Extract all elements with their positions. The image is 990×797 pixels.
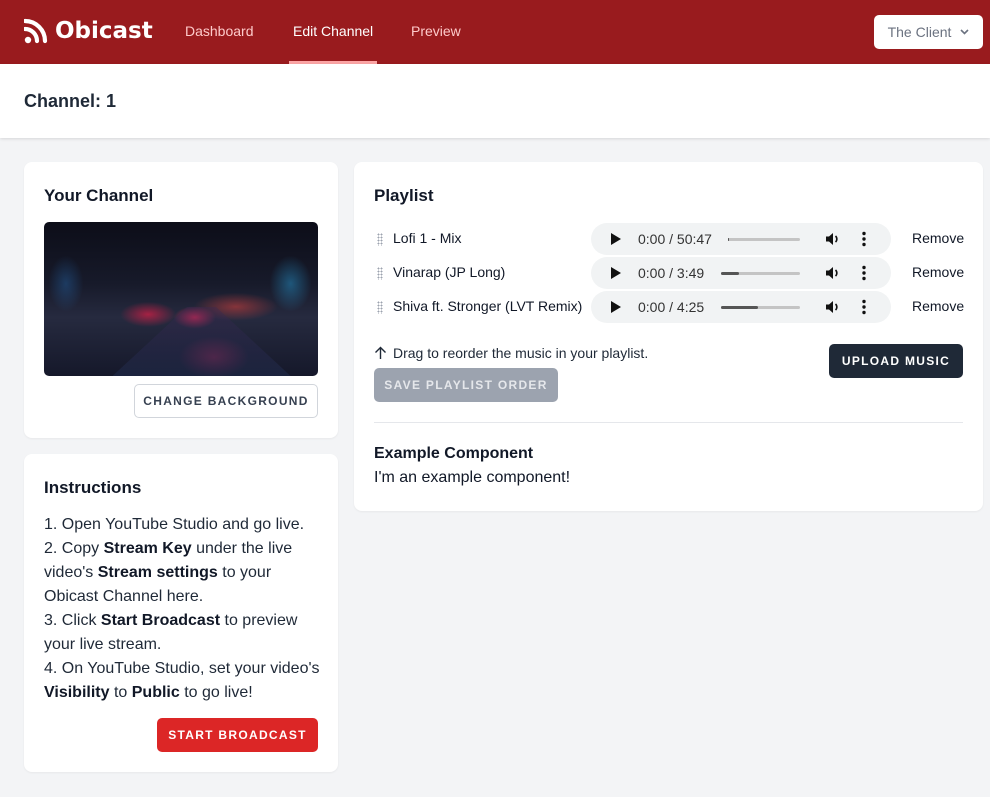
arrow-up-icon <box>375 346 386 359</box>
nav-link-label: Edit Channel <box>293 23 374 39</box>
example-component-text: I'm an example component! <box>374 469 571 486</box>
seek-bar[interactable] <box>721 306 800 309</box>
drag-handle-icon[interactable] <box>377 301 383 314</box>
instruction-step: 2. Copy Stream Key under the live video'… <box>44 537 324 609</box>
card-title: Your Channel <box>44 186 154 205</box>
volume-icon[interactable] <box>825 265 841 281</box>
seek-bar-buffered <box>721 306 759 309</box>
instruction-emphasis: Stream Key <box>103 540 192 557</box>
volume-icon[interactable] <box>825 231 841 247</box>
instruction-emphasis: Visibility <box>44 684 110 701</box>
upload-music-button[interactable]: UPLOAD MUSIC <box>829 344 963 378</box>
card-title: Instructions <box>44 478 142 497</box>
drag-handle-icon[interactable] <box>377 267 383 280</box>
seek-bar[interactable] <box>728 238 800 241</box>
drag-handle-icon[interactable] <box>377 233 383 246</box>
rss-icon <box>24 18 48 44</box>
nav-link-edit-channel[interactable]: Edit Channel <box>289 0 378 64</box>
nav-link-preview[interactable]: Preview <box>411 0 461 64</box>
instruction-text: to <box>109 684 132 701</box>
reorder-hint-text: Drag to reorder the music in your playli… <box>393 345 649 361</box>
play-icon[interactable] <box>611 267 621 279</box>
seek-bar[interactable] <box>721 272 800 275</box>
top-navigation: Obicast Dashboard Edit Channel Preview T… <box>0 0 990 64</box>
instruction-text: 1. Open YouTube Studio and go live. <box>44 516 305 533</box>
instruction-step: 3. Click Start Broadcast to preview your… <box>44 609 324 657</box>
chevron-down-icon <box>960 29 969 35</box>
more-options-icon[interactable] <box>861 231 867 247</box>
audio-player: 0:00 / 4:25 <box>591 291 891 323</box>
instruction-emphasis: Stream settings <box>97 564 218 581</box>
track-name: Lofi 1 - Mix <box>393 230 462 246</box>
page-header: Channel: 1 <box>0 64 990 138</box>
channel-background-image <box>44 222 318 376</box>
divider <box>374 422 963 423</box>
instructions-card: Instructions 1. Open YouTube Studio and … <box>24 454 338 772</box>
instruction-text: 2. Copy <box>44 540 104 557</box>
remove-track-link[interactable]: Remove <box>912 291 964 321</box>
your-channel-card: Your Channel CHANGE BACKGROUND <box>24 162 338 438</box>
brand-logo[interactable]: Obicast <box>24 16 153 46</box>
start-broadcast-button[interactable]: START BROADCAST <box>157 718 318 752</box>
instruction-emphasis: Start Broadcast <box>100 612 221 629</box>
track-name: Vinarap (JP Long) <box>393 264 506 280</box>
account-menu-button[interactable]: The Client <box>874 15 983 49</box>
account-name: The Client <box>887 24 952 40</box>
instruction-text: 4. On YouTube Studio, set your video's <box>44 660 320 677</box>
audio-player: 0:00 / 3:49 <box>591 257 891 289</box>
remove-track-link[interactable]: Remove <box>912 257 964 287</box>
save-playlist-order-button[interactable]: SAVE PLAYLIST ORDER <box>374 368 558 402</box>
change-background-button[interactable]: CHANGE BACKGROUND <box>134 384 318 418</box>
page-title: Channel: 1 <box>24 91 117 111</box>
card-title: Playlist <box>374 186 434 205</box>
instruction-text: to go live! <box>179 684 253 701</box>
more-options-icon[interactable] <box>861 265 867 281</box>
volume-icon[interactable] <box>825 299 841 315</box>
instruction-emphasis: Public <box>131 684 180 701</box>
brand-name: Obicast <box>55 18 153 44</box>
seek-bar-buffered <box>721 272 740 275</box>
remove-track-link[interactable]: Remove <box>912 223 964 253</box>
playlist-track[interactable]: Vinarap (JP Long) 0:00 / 3:49 Remove <box>374 257 964 291</box>
track-time: 0:00 / 50:47 <box>638 231 712 247</box>
play-icon[interactable] <box>611 301 621 313</box>
track-name: Shiva ft. Stronger (LVT Remix) <box>393 298 583 314</box>
audio-player: 0:00 / 50:47 <box>591 223 891 255</box>
track-time: 0:00 / 3:49 <box>638 265 705 281</box>
instructions-list: 1. Open YouTube Studio and go live. 2. Co… <box>44 513 324 705</box>
playlist-card: Playlist Lofi 1 - Mix 0:00 / 50:47 Remov… <box>354 162 983 511</box>
play-icon[interactable] <box>611 233 621 245</box>
playlist-track[interactable]: Shiva ft. Stronger (LVT Remix) 0:00 / 4:… <box>374 291 964 325</box>
instruction-step: 4. On YouTube Studio, set your video's V… <box>44 657 324 705</box>
reorder-hint: Drag to reorder the music in your playli… <box>374 343 648 363</box>
seek-bar-buffered <box>728 238 730 241</box>
example-component-title: Example Component <box>374 445 534 462</box>
nav-link-dashboard[interactable]: Dashboard <box>185 0 254 64</box>
playlist-track[interactable]: Lofi 1 - Mix 0:00 / 50:47 Remove <box>374 223 964 257</box>
track-time: 0:00 / 4:25 <box>638 299 705 315</box>
instruction-text: 3. Click <box>44 612 101 629</box>
image-road-detail <box>112 306 291 376</box>
more-options-icon[interactable] <box>861 299 867 315</box>
instruction-step: 1. Open YouTube Studio and go live. <box>44 513 324 537</box>
